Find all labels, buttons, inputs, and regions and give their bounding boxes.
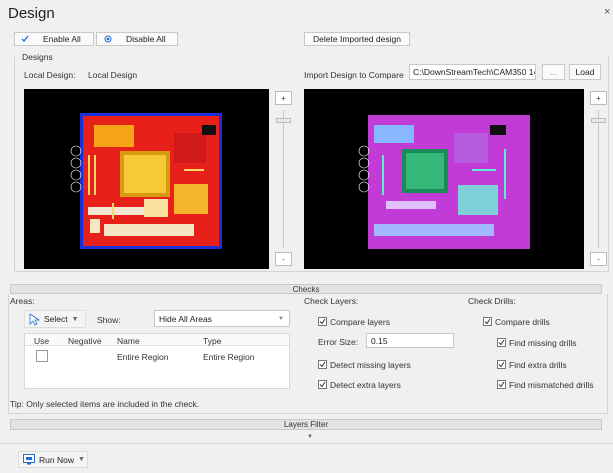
areas-table: Use Negative Name Type Entire Region Ent… — [24, 333, 290, 389]
load-button[interactable]: Load — [569, 64, 601, 80]
compare-layers-label: Compare layers — [330, 317, 390, 327]
error-size-label: Error Size: — [318, 337, 359, 347]
import-path-text: C:\DownStreamTech\CAM350 14 — [413, 67, 536, 77]
find-mismatched-drills-label: Find mismatched drills — [509, 380, 594, 390]
show-label: Show: — [97, 315, 121, 325]
local-zoom-track — [283, 110, 284, 248]
window-title: Design — [8, 5, 55, 22]
run-now-icon — [23, 454, 35, 465]
enable-all-label: Enable All — [43, 34, 81, 44]
select-area-label: Select — [44, 314, 68, 324]
footer-divider — [0, 443, 613, 444]
local-design-preview[interactable] — [24, 89, 269, 269]
select-cursor-icon — [29, 312, 40, 326]
checks-section-header[interactable]: Checks — [10, 284, 602, 294]
detect-missing-layers-label: Detect missing layers — [330, 360, 411, 370]
local-zoom-thumb[interactable] — [276, 118, 291, 123]
local-board-image — [70, 113, 222, 249]
imported-zoom-in-button[interactable]: + — [590, 91, 607, 105]
run-now-button[interactable]: Run Now ▼ — [18, 451, 88, 468]
browse-button[interactable]: ... — [542, 64, 565, 80]
imported-zoom-out-button[interactable]: - — [590, 252, 607, 266]
disable-all-button[interactable]: Disable All — [96, 32, 178, 46]
column-header-name: Name — [117, 336, 140, 346]
enable-all-button[interactable]: Enable All — [14, 32, 94, 46]
column-header-negative: Negative — [68, 336, 102, 346]
column-header-use: Use — [34, 336, 50, 346]
areas-label: Areas: — [10, 296, 35, 306]
run-now-label: Run Now — [39, 454, 74, 465]
imported-board-image — [358, 115, 530, 249]
local-zoom-in-button[interactable]: + — [275, 91, 292, 105]
imported-design-preview[interactable] — [304, 89, 584, 269]
error-size-input[interactable]: 0.15 — [366, 333, 454, 348]
imported-zoom-thumb[interactable] — [591, 118, 606, 123]
local-design-label: Local Design: — [24, 70, 76, 80]
compare-drills-checkbox[interactable] — [483, 317, 492, 326]
disable-all-icon — [104, 35, 112, 43]
check-layers-label: Check Layers: — [304, 296, 359, 306]
error-size-value: 0.15 — [371, 335, 388, 346]
compare-drills-label: Compare drills — [495, 317, 550, 327]
delete-imported-design-button[interactable]: Delete Imported design — [304, 32, 410, 46]
chevron-down-icon: ▼ — [71, 315, 79, 323]
find-mismatched-drills-checkbox[interactable] — [497, 380, 506, 389]
imported-zoom-track — [598, 110, 599, 248]
import-design-label: Import Design to Compare — [304, 70, 404, 80]
disable-all-label: Disable All — [126, 34, 166, 44]
chevron-down-icon: ▼ — [77, 456, 85, 463]
find-extra-drills-label: Find extra drills — [509, 360, 567, 370]
row-name-cell: Entire Region — [117, 352, 169, 362]
detect-extra-layers-label: Detect extra layers — [330, 380, 401, 390]
layers-filter-header[interactable]: Layers Filter — [10, 419, 602, 430]
find-missing-drills-checkbox[interactable] — [497, 338, 506, 347]
expand-chevron-icon[interactable]: ▼ — [307, 434, 313, 440]
import-path-input[interactable]: C:\DownStreamTech\CAM350 14 — [409, 64, 536, 80]
enable-all-icon — [21, 35, 29, 42]
show-areas-value: Hide All Areas — [159, 313, 212, 324]
detect-extra-layers-checkbox[interactable] — [318, 380, 327, 389]
check-drills-label: Check Drills: — [468, 296, 516, 306]
detect-missing-layers-checkbox[interactable] — [318, 360, 327, 369]
local-zoom-out-button[interactable]: - — [275, 252, 292, 266]
find-missing-drills-label: Find missing drills — [509, 338, 577, 348]
chevron-down-icon: ▼ — [278, 315, 284, 322]
show-areas-select[interactable]: Hide All Areas ▼ — [154, 310, 290, 327]
find-extra-drills-checkbox[interactable] — [497, 360, 506, 369]
select-area-button[interactable]: Select ▼ — [24, 310, 86, 328]
areas-table-header — [25, 334, 289, 346]
compare-layers-checkbox[interactable] — [318, 317, 327, 326]
local-design-value: Local Design — [88, 70, 138, 80]
close-icon[interactable]: × — [604, 6, 610, 18]
areas-tip-text: Tip: Only selected items are included in… — [10, 399, 200, 409]
column-header-type: Type — [203, 336, 222, 346]
row-type-cell: Entire Region — [203, 352, 255, 362]
use-checkbox[interactable] — [36, 350, 48, 362]
